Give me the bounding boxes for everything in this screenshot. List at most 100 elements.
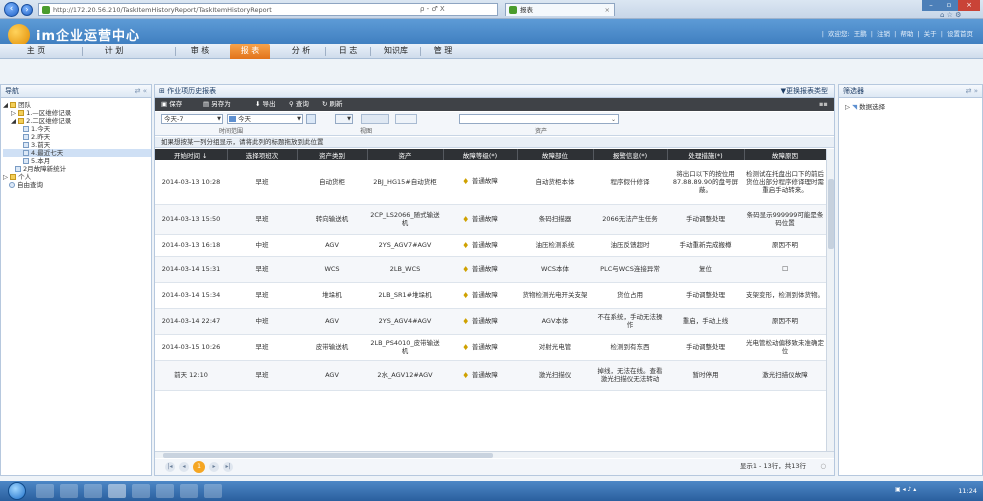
tool-icon[interactable] [156, 484, 174, 498]
save-label: 保存 [169, 100, 183, 108]
collapse-right-icon[interactable]: ⇄ » [966, 85, 978, 97]
view-select-icon[interactable]: ▼ [335, 114, 353, 124]
tree-item-today[interactable]: 1.今天 [3, 125, 151, 133]
menu-manage[interactable]: 管 理 [425, 44, 461, 59]
table-cell: 对射光电管 [517, 334, 593, 361]
start-button-icon[interactable] [8, 482, 26, 500]
group-by-drop-zone[interactable]: 如果想按某一列分组显示，请将此列的标题拖放到此位置 [155, 137, 834, 148]
query-button[interactable]: ⚲ 查询 [289, 98, 309, 110]
cell-text: 2014-03-15 10:26 [161, 343, 221, 351]
col-header-fault-part[interactable]: 故障部位 [517, 149, 594, 160]
col-header-fault-cause[interactable]: 故障原因 [744, 149, 827, 160]
filter-panel: 筛选器 ⇄ » ▷ ◥ 数据选择 [838, 84, 983, 476]
browser-tab[interactable]: 报表 × [505, 3, 615, 16]
scroll-thumb[interactable] [828, 179, 834, 249]
save-as-button[interactable]: ▤ 另存为 [203, 98, 231, 110]
app-icon[interactable] [84, 484, 102, 498]
view-caption: 视图 [360, 128, 373, 135]
time-from-select[interactable]: 今天-7 ▼ [161, 114, 223, 124]
top-user-links[interactable]: | 欢迎您: 王鹏 | 注销 | 帮助 | 关于 | 设置首页 [822, 28, 973, 38]
asset-select[interactable]: ⌄ [459, 114, 619, 124]
refresh-button[interactable]: ↻ 刷新 [322, 98, 343, 110]
table-row[interactable]: 2014-03-13 15:50 早班 转向输送机 2CP_LS2066_随式输送机 ♦… [155, 204, 826, 235]
table-cell: 光电管松动偏移致未准确定位 [744, 334, 826, 361]
folder-icon[interactable] [132, 484, 150, 498]
menu-report[interactable]: 报 表 [230, 44, 270, 59]
table-row[interactable]: 前天 12:10 早班 AGV 2水_AGV12#AGV ♦ 普通故障 激光扫描仪 掉线，无… [155, 360, 826, 391]
menu-knowledge[interactable]: 知识库 [376, 44, 416, 59]
tree-item-area1[interactable]: ▷ 1.—区维修记录 [3, 109, 151, 117]
more-icon[interactable]: ▪▪ [819, 98, 828, 110]
filter-item-data-select[interactable]: ▷ ◥ 数据选择 [839, 98, 982, 114]
browser-icon[interactable] [108, 484, 126, 498]
last-page-icon[interactable]: ▸| [223, 462, 233, 472]
address-controls[interactable]: ρ - ♂ X [420, 5, 445, 13]
paint-icon[interactable] [180, 484, 198, 498]
tree-item-month[interactable]: 5.本月 [3, 157, 151, 165]
home-star-gear-icon[interactable]: ⌂ ☆ ⚙ [940, 11, 961, 19]
tree-item-daybefore[interactable]: 3.前天 [3, 141, 151, 149]
table-row[interactable]: 2014-03-14 22:47 中班 AGV 2YS_AGV4#AGV ♦ 普通故障 A… [155, 308, 826, 335]
prev-page-icon[interactable]: ◂ [179, 462, 189, 472]
window-close-icon[interactable]: × [958, 0, 980, 11]
col-header-shift[interactable]: 选择项班次 [227, 149, 298, 160]
tab-close-icon[interactable]: × [605, 4, 610, 16]
back-button[interactable]: ‹ [4, 2, 19, 17]
cell-text: 堆垛机 [322, 291, 342, 299]
scroll-thumb[interactable] [163, 453, 493, 458]
menu-analysis[interactable]: 分 析 [283, 44, 319, 59]
col-header-fault-level[interactable]: 故障等级(*) [443, 149, 518, 160]
table-cell: 早班 [227, 256, 297, 283]
menu-review[interactable]: 审 核 [182, 44, 218, 59]
menu-home[interactable]: 主 页 [18, 44, 54, 59]
tree-item-personal[interactable]: ▷ 个人 [3, 173, 151, 181]
col-header-alarm-info[interactable]: 报警信息(*) [593, 149, 668, 160]
table-row[interactable]: 2014-03-14 15:34 早班 堆垛机 2LB_SR1#堆垛机 ♦ 普通故障 货物… [155, 282, 826, 309]
refresh-icon[interactable]: ○ [820, 459, 826, 474]
tree-item-team[interactable]: ◢ 团队 [3, 101, 151, 109]
col-header-asset-category[interactable]: 资产类别 [297, 149, 368, 160]
time-to-select[interactable]: 今天 ▼ [227, 114, 303, 124]
table-cell: AGV本体 [517, 308, 593, 335]
cell-text: 复位 [699, 265, 712, 273]
collapse-left-icon[interactable]: ⇄ « [135, 85, 147, 97]
change-report-type-link[interactable]: ▼更换报表类型 [781, 85, 828, 97]
col-header-asset[interactable]: 资产 [367, 149, 444, 160]
table-row[interactable]: 2014-03-13 16:18 中班 AGV 2YS_AGV7#AGV ♦ 普通故障 油… [155, 234, 826, 257]
window-icon[interactable] [204, 484, 222, 498]
first-page-icon[interactable]: |◂ [165, 462, 175, 472]
table-cell: 手动重新完成搬樽 [667, 234, 744, 257]
next-page-icon[interactable]: ▸ [209, 462, 219, 472]
tree-item-feb-stats[interactable]: 2月故障新统计 [3, 165, 151, 173]
vertical-scrollbar[interactable] [826, 149, 834, 451]
table-row[interactable]: 2014-03-15 10:26 早班 皮带输送机 2LB_PS4010_皮带输送机 ♦… [155, 334, 826, 361]
maximize-icon[interactable]: ▫ [940, 0, 958, 11]
horizontal-scrollbar[interactable] [155, 451, 834, 458]
tray-icons[interactable]: ▣ ◂ ♪ ▴ [895, 486, 945, 496]
tree-item-free-query[interactable]: 自由查询 [3, 181, 151, 189]
save-button[interactable]: ▣ 保存 [161, 98, 182, 110]
tree-item-yesterday[interactable]: 2.昨天 [3, 133, 151, 141]
table-cell: 2BJ_HG15#自动货柜 [367, 160, 443, 205]
media-icon[interactable] [60, 484, 78, 498]
cell-text: 暂时停用 [692, 371, 719, 379]
menu-log[interactable]: 日 志 [330, 44, 366, 59]
col-header-measures[interactable]: 处理措施(*) [667, 149, 745, 160]
explorer-icon[interactable] [36, 484, 54, 498]
tree-item-last7days[interactable]: 4.最近七天 [3, 149, 151, 157]
page-1-button[interactable]: 1 [193, 461, 205, 473]
tree-item-area2[interactable]: ◢ 2.二区维修记录 [3, 117, 151, 125]
folder-icon [18, 110, 25, 116]
table-cell: WCS本体 [517, 256, 593, 283]
table-row[interactable]: 2014-03-13 10:28 早班 自动货柜 2BJ_HG15#自动货柜 ♦ 普通故… [155, 160, 826, 205]
table-row[interactable]: 2014-03-14 15:31 早班 WCS 2LB_WCS ♦ 普通故障 WCS本体 P… [155, 256, 826, 283]
export-button[interactable]: ⬇ 导出 [255, 98, 276, 110]
menu-plan[interactable]: 计 划 [96, 44, 132, 59]
view-grid-icon[interactable] [395, 114, 417, 124]
calendar-button-icon[interactable] [306, 114, 316, 124]
forward-button[interactable]: › [21, 4, 33, 16]
table-cell: 2014-03-14 15:31 [155, 256, 227, 283]
col-header-start-time[interactable]: 开始时间 ↓ [155, 149, 228, 160]
minimize-icon[interactable]: – [922, 0, 940, 11]
view-toggle-icon[interactable] [361, 114, 389, 124]
